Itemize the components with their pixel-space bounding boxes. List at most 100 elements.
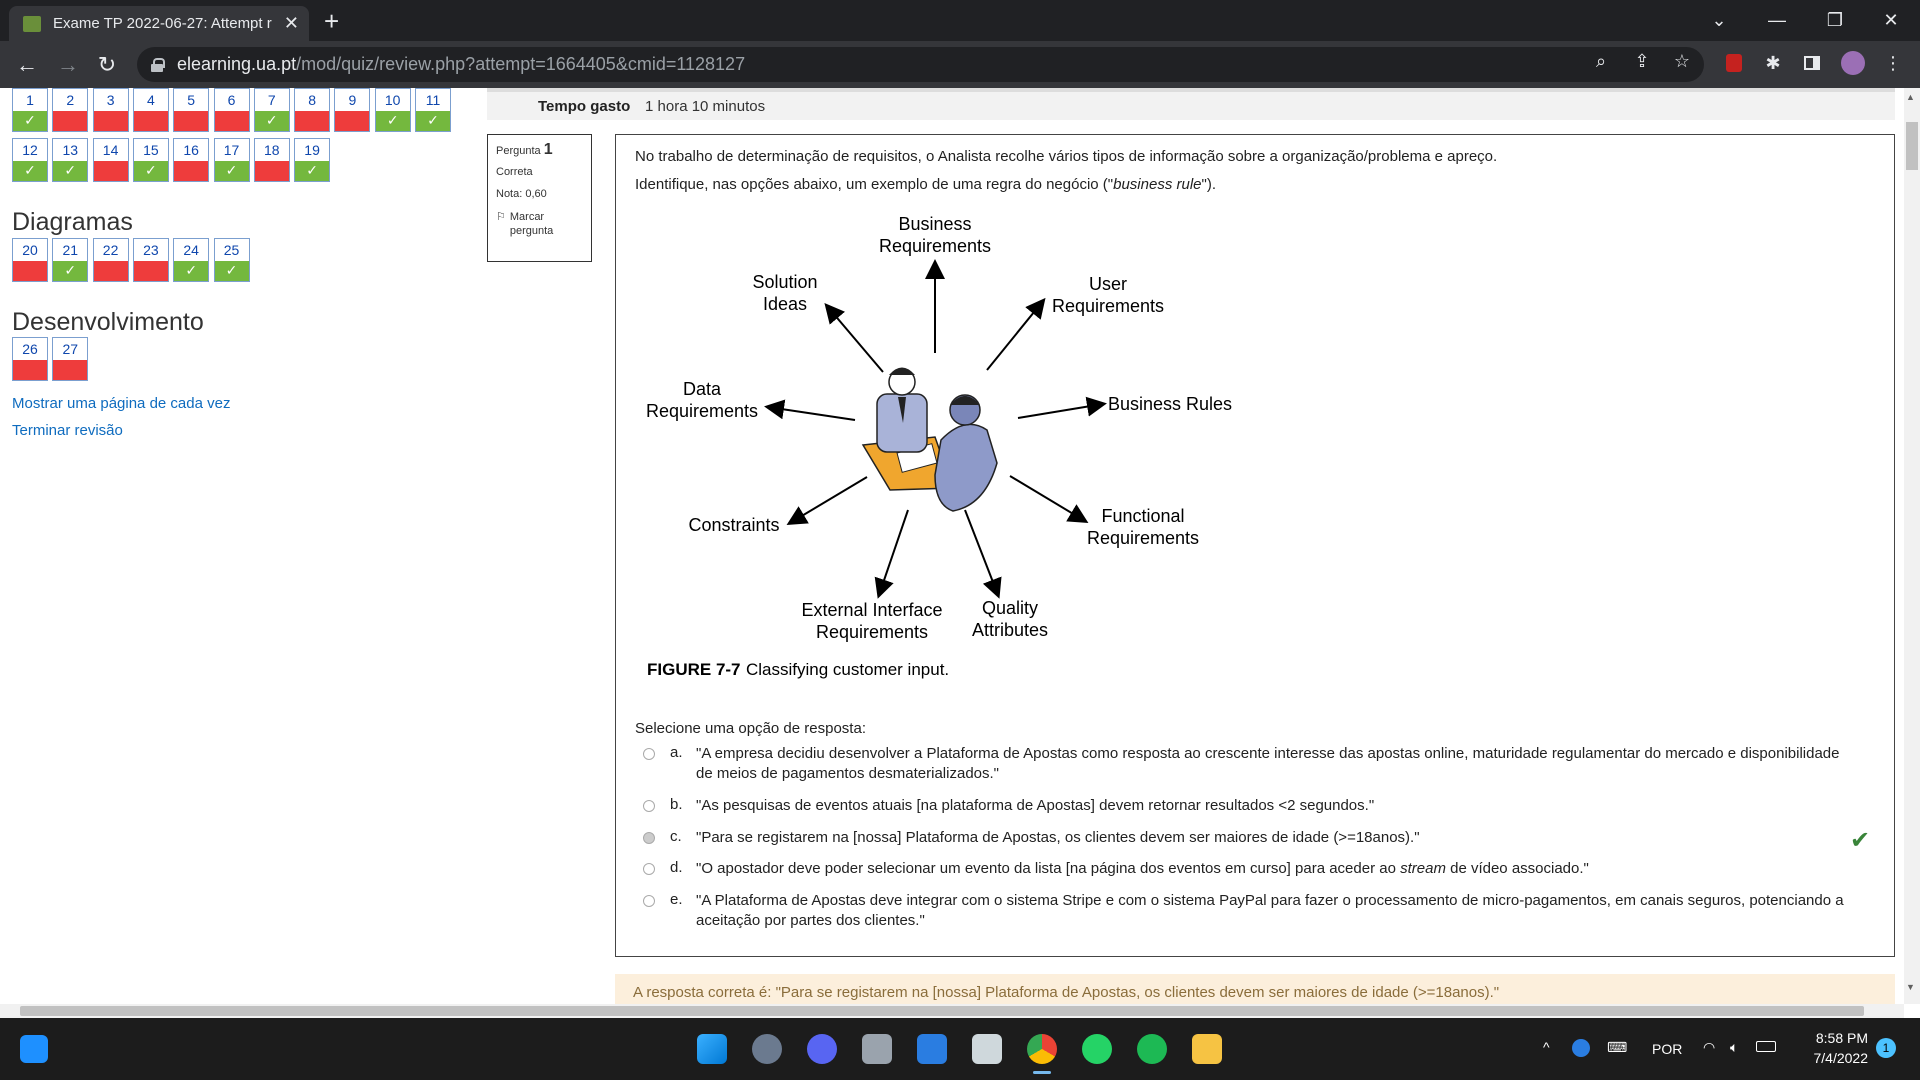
- quiz-nav-button[interactable]: 10 ✓: [374, 88, 411, 132]
- chrome-icon[interactable]: [1027, 1034, 1057, 1064]
- radio-button[interactable]: [643, 748, 655, 760]
- keyboard-icon[interactable]: ⌨: [1607, 1039, 1627, 1056]
- quiz-nav-button[interactable]: 7 ✓: [253, 88, 290, 132]
- quiz-nav-number: 4: [146, 92, 155, 108]
- answer-option[interactable]: c. "Para se registarem na [nossa] Platafo…: [643, 828, 1846, 848]
- question-state: Correta: [496, 166, 533, 178]
- menu-kebab-icon[interactable]: ⋮: [1879, 49, 1907, 77]
- label-functional-requirements-1: Functional: [1101, 506, 1184, 526]
- incorrect-status-indicator: [174, 161, 209, 181]
- quiz-nav-button[interactable]: 25 ✓: [213, 238, 250, 282]
- settings-gear-icon[interactable]: [752, 1034, 782, 1064]
- profile-avatar[interactable]: [1839, 49, 1867, 77]
- url-host: elearning.ua.pt: [177, 54, 297, 74]
- quiz-nav-button[interactable]: 16: [173, 138, 210, 182]
- quiz-nav-button[interactable]: 19 ✓: [294, 138, 331, 182]
- quiz-nav-button[interactable]: 22: [92, 238, 129, 282]
- windows-start-icon[interactable]: [697, 1034, 727, 1064]
- zoom-icon[interactable]: ⌕: [1588, 51, 1614, 72]
- quiz-nav-button[interactable]: 3: [92, 88, 129, 132]
- battery-icon[interactable]: [1756, 1041, 1776, 1052]
- forward-button[interactable]: →: [51, 48, 85, 82]
- bookmark-star-icon[interactable]: ☆: [1669, 51, 1695, 72]
- url-path: /mod/quiz/review.php?attempt=1664405&cmi…: [296, 54, 746, 74]
- correct-status-icon: ✓: [13, 111, 47, 131]
- ublock-extension-icon[interactable]: [1720, 49, 1748, 77]
- quiz-nav-button[interactable]: 23: [132, 238, 169, 282]
- show-one-page-link[interactable]: Mostrar uma página de cada vez: [12, 395, 230, 412]
- summary-row-cutoff: [487, 88, 1895, 92]
- quiz-nav-button[interactable]: 9: [334, 88, 371, 132]
- horizontal-scrollbar-thumb[interactable]: [20, 1006, 1864, 1016]
- back-button[interactable]: ←: [10, 48, 44, 82]
- mail-icon[interactable]: [917, 1034, 947, 1064]
- radio-button[interactable]: [643, 895, 655, 907]
- vertical-scrollbar-thumb[interactable]: [1906, 122, 1918, 170]
- quiz-nav-button[interactable]: 27: [52, 337, 89, 381]
- restore-button[interactable]: ❐: [1806, 0, 1864, 41]
- close-tab-icon[interactable]: ✕: [284, 13, 299, 34]
- answer-option[interactable]: a. "A empresa decidiu desenvolver a Plata…: [643, 744, 1846, 784]
- tab-search-chevron-icon[interactable]: ⌄: [1690, 0, 1748, 41]
- answer-option[interactable]: b. "As pesquisas de eventos atuais [na pl…: [643, 796, 1846, 816]
- tray-chevron-icon[interactable]: ^: [1543, 1039, 1550, 1055]
- quiz-nav-button[interactable]: 18: [253, 138, 290, 182]
- quiz-nav-button[interactable]: 12 ✓: [12, 138, 48, 182]
- input-language[interactable]: POR: [1652, 1041, 1682, 1057]
- incorrect-status-indicator: [53, 111, 88, 131]
- quiz-nav-button[interactable]: 13 ✓: [52, 138, 89, 182]
- address-bar[interactable]: elearning.ua.pt/mod/quiz/review.php?atte…: [137, 47, 1704, 82]
- option-text: "O apostador deve poder selecionar um ev…: [696, 860, 1589, 877]
- file-explorer-icon[interactable]: [1192, 1034, 1222, 1064]
- answer-option[interactable]: d. "O apostador deve poder selecionar um …: [643, 859, 1846, 879]
- flag-question-button[interactable]: ⚐ Marcar pergunta: [496, 210, 583, 238]
- radio-button[interactable]: [643, 800, 655, 812]
- correct-check-icon: ✔: [1850, 827, 1871, 854]
- close-window-button[interactable]: ✕: [1862, 0, 1920, 41]
- browser-tab[interactable]: Exame TP 2022-06-27: Attempt r ✕: [9, 6, 309, 41]
- extensions-puzzle-icon[interactable]: ✱: [1759, 49, 1787, 77]
- whatsapp-icon[interactable]: [1082, 1034, 1112, 1064]
- clock-time[interactable]: 8:58 PM: [1808, 1030, 1868, 1046]
- notification-badge[interactable]: 1: [1876, 1038, 1896, 1058]
- quiz-nav-button[interactable]: 8: [294, 88, 331, 132]
- clock-date[interactable]: 7/4/2022: [1800, 1050, 1869, 1066]
- reload-button[interactable]: ↻: [90, 48, 124, 82]
- minimize-button[interactable]: —: [1748, 0, 1806, 41]
- spotify-icon[interactable]: [1137, 1034, 1167, 1064]
- widgets-icon[interactable]: [20, 1035, 48, 1063]
- share-icon[interactable]: ⇪: [1629, 51, 1655, 72]
- scroll-down-arrow-icon[interactable]: ▼: [1906, 982, 1915, 992]
- incorrect-status-indicator: [214, 111, 249, 131]
- quiz-nav-button[interactable]: 5: [173, 88, 210, 132]
- tab-title: Exame TP 2022-06-27: Attempt r: [53, 15, 272, 32]
- quiz-nav-button[interactable]: 17 ✓: [213, 138, 250, 182]
- quiz-nav-button[interactable]: 2: [52, 88, 89, 132]
- quiz-nav-button[interactable]: 1 ✓: [12, 88, 48, 132]
- option-text: "A empresa decidiu desenvolver a Platafo…: [696, 745, 1840, 782]
- new-tab-button[interactable]: +: [324, 4, 339, 38]
- vertical-scrollbar[interactable]: [1904, 88, 1920, 1004]
- radio-button[interactable]: [643, 832, 655, 844]
- quiz-nav-button[interactable]: 26: [12, 337, 48, 381]
- scroll-up-arrow-icon[interactable]: ▲: [1906, 92, 1915, 102]
- quiz-nav-button[interactable]: 4: [132, 88, 169, 132]
- quiz-nav-button[interactable]: 14: [92, 138, 129, 182]
- quiz-nav-button[interactable]: 21 ✓: [52, 238, 89, 282]
- camera-icon[interactable]: [862, 1034, 892, 1064]
- quiz-nav-button[interactable]: 6: [213, 88, 250, 132]
- finish-review-link[interactable]: Terminar revisão: [12, 422, 123, 439]
- side-panel-icon[interactable]: [1798, 49, 1826, 77]
- quiz-nav-button[interactable]: 20: [12, 238, 48, 282]
- radio-button[interactable]: [643, 863, 655, 875]
- answer-option[interactable]: e. "A Plataforma de Apostas deve integrar…: [643, 891, 1846, 931]
- volume-icon[interactable]: 🔈︎: [1730, 1039, 1738, 1056]
- label-functional-requirements-2: Requirements: [1087, 528, 1199, 548]
- quiz-nav-button[interactable]: 11 ✓: [415, 88, 451, 132]
- quiz-nav-button[interactable]: 24 ✓: [173, 238, 210, 282]
- quiz-nav-button[interactable]: 15 ✓: [132, 138, 169, 182]
- virtualbox-icon[interactable]: [972, 1034, 1002, 1064]
- discord-icon[interactable]: [807, 1034, 837, 1064]
- wifi-icon[interactable]: ◠: [1703, 1039, 1715, 1056]
- tray-clock-app-icon[interactable]: [1572, 1039, 1590, 1057]
